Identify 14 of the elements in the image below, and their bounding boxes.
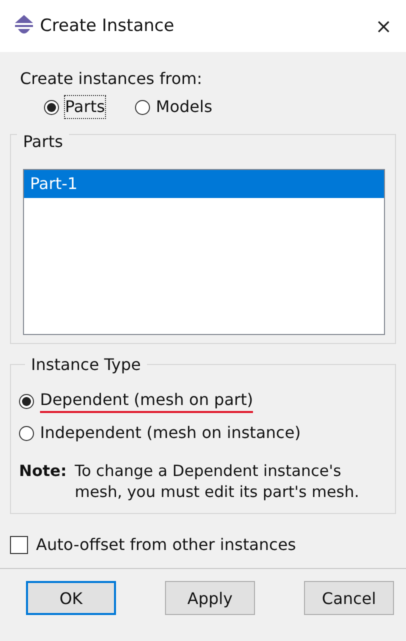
dialog-button[interactable]: OK	[26, 581, 116, 615]
radio-option[interactable]: Models	[134, 96, 212, 118]
radio-option[interactable]: Parts	[44, 96, 105, 118]
radio-option[interactable]: Independent (mesh on instance)	[19, 419, 385, 447]
dialog-button[interactable]: Cancel	[304, 581, 394, 615]
list-item[interactable]: Part-1	[24, 170, 384, 198]
source-label: Create instances from:	[20, 68, 204, 90]
note-label: Note:	[19, 461, 67, 482]
note-text: To change a Dependent instance's mesh, you must edit its part's mesh.	[74, 461, 360, 503]
window-title: Create Instance	[40, 16, 176, 36]
close-button[interactable]: ×	[371, 14, 396, 38]
auto-offset-checkbox[interactable]: Auto-offset from other instances	[10, 534, 406, 556]
dialog-button[interactable]: Apply	[165, 581, 255, 615]
radio-option[interactable]: Dependent (mesh on part)	[19, 389, 385, 413]
